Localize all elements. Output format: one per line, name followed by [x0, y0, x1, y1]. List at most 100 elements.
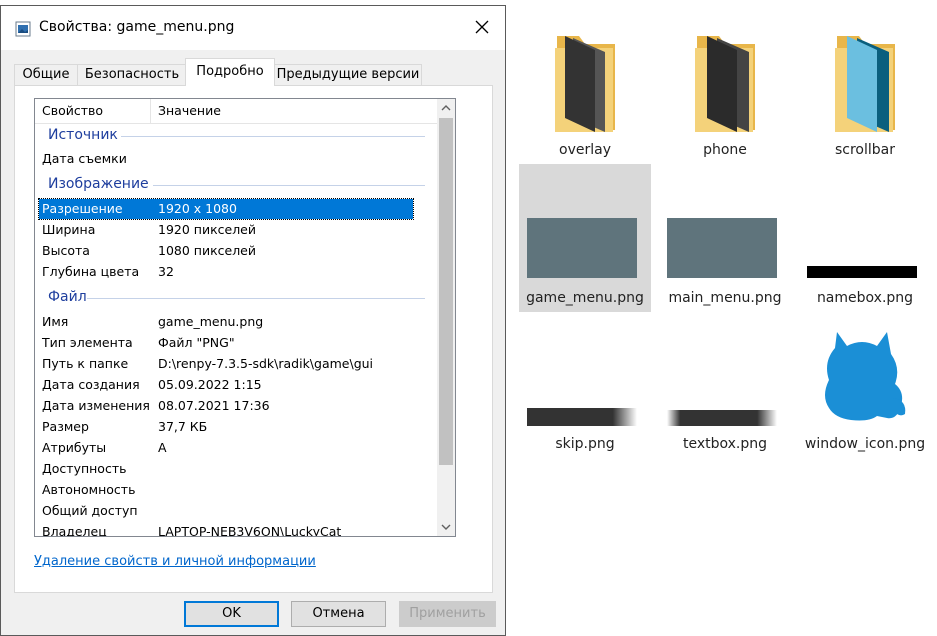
- tab-security[interactable]: Безопасность: [77, 64, 187, 85]
- image-thumbnail: [527, 218, 637, 278]
- property-value: 1080 пикселей: [158, 243, 256, 258]
- file-namebox-png[interactable]: namebox.png: [799, 164, 931, 312]
- dialog-title: Свойства: game_menu.png: [39, 19, 235, 35]
- scroll-down-icon[interactable]: [441, 522, 451, 532]
- property-name: Автономность: [42, 482, 136, 497]
- ok-button[interactable]: OK: [184, 601, 279, 627]
- title-bar[interactable]: Свойства: game_menu.png: [1, 6, 505, 50]
- row-height[interactable]: Высота 1080 пикселей: [39, 241, 413, 261]
- folder-overlay[interactable]: overlay: [519, 10, 651, 158]
- file-main-menu-png[interactable]: main_menu.png: [659, 164, 791, 312]
- row-offline[interactable]: Автономность: [39, 480, 413, 500]
- group-image: Изображение: [48, 176, 149, 192]
- file-textbox-png[interactable]: textbox.png: [659, 316, 791, 464]
- row-attributes[interactable]: Атрибуты A: [39, 438, 413, 458]
- property-name: Дата изменения: [42, 398, 150, 413]
- group-divider: [153, 185, 425, 186]
- property-name: Разрешение: [42, 201, 123, 216]
- file-game-menu-png[interactable]: game_menu.png: [519, 164, 651, 312]
- image-thumbnail: [667, 410, 777, 426]
- row-size[interactable]: Размер 37,7 КБ: [39, 417, 413, 437]
- property-value: 1920 x 1080: [158, 201, 237, 216]
- property-name: Высота: [42, 243, 90, 258]
- scrollbar-thumb[interactable]: [439, 118, 453, 465]
- image-thumbnail: [807, 320, 917, 430]
- row-item-type[interactable]: Тип элемента Файл "PNG": [39, 333, 413, 353]
- row-name[interactable]: Имя game_menu.png: [39, 312, 413, 332]
- row-date-modified[interactable]: Дата изменения 08.07.2021 17:36: [39, 396, 413, 416]
- item-label: textbox.png: [682, 436, 768, 452]
- column-property[interactable]: Свойство: [42, 103, 103, 118]
- folder-icon: [545, 28, 625, 132]
- vertical-scrollbar[interactable]: [437, 99, 455, 536]
- group-source: Источник: [48, 127, 118, 143]
- property-value: 32: [158, 264, 174, 279]
- image-thumbnail: [807, 266, 917, 278]
- properties-list[interactable]: Свойство Значение Источник Дата съемки И…: [34, 98, 456, 537]
- tab-general[interactable]: Общие: [14, 64, 78, 85]
- property-name: Имя: [42, 314, 69, 329]
- row-shared[interactable]: Общий доступ: [39, 501, 413, 521]
- properties-dialog: Свойства: game_menu.png Общие Безопаснос…: [0, 5, 506, 636]
- property-value: LAPTOP-NEB3V6ON\LuckyCat: [158, 524, 342, 537]
- property-name: Доступность: [42, 461, 127, 476]
- property-name: Дата съемки: [42, 151, 127, 166]
- image-file-icon: [15, 21, 31, 37]
- column-value[interactable]: Значение: [158, 103, 221, 118]
- item-label: main_menu.png: [668, 290, 782, 306]
- file-window-icon-png[interactable]: window_icon.png: [799, 316, 931, 464]
- property-name: Общий доступ: [42, 503, 138, 518]
- group-divider: [121, 136, 425, 137]
- tab-details[interactable]: Подробно: [185, 58, 275, 86]
- image-thumbnail: [527, 408, 637, 426]
- close-button[interactable]: [459, 6, 505, 50]
- file-explorer-view: overlay phone scrollbar game_menu.png ma…: [507, 0, 937, 636]
- property-name: Ширина: [42, 222, 96, 237]
- property-value: game_menu.png: [158, 314, 264, 329]
- row-resolution[interactable]: Разрешение 1920 x 1080: [38, 198, 414, 220]
- tab-previous-versions[interactable]: Предыдущие версии: [274, 64, 422, 85]
- folder-scrollbar[interactable]: scrollbar: [799, 10, 931, 158]
- folder-icon: [825, 28, 905, 132]
- property-value: 1920 пикселей: [158, 222, 256, 237]
- row-owner[interactable]: Владелец LAPTOP-NEB3V6ON\LuckyCat: [39, 522, 413, 537]
- item-label: namebox.png: [816, 290, 914, 306]
- close-icon: [475, 20, 489, 34]
- item-label: game_menu.png: [526, 290, 644, 306]
- group-divider: [87, 298, 425, 299]
- property-name: Путь к папке: [42, 356, 129, 371]
- item-label: skip.png: [555, 436, 615, 452]
- details-panel: Свойство Значение Источник Дата съемки И…: [14, 85, 493, 593]
- row-date-created[interactable]: Дата создания 05.09.2022 1:15: [39, 375, 413, 395]
- row-bit-depth[interactable]: Глубина цвета 32: [39, 262, 413, 282]
- property-name: Дата создания: [42, 377, 140, 392]
- cancel-button[interactable]: Отмена: [291, 601, 386, 627]
- file-skip-png[interactable]: skip.png: [519, 316, 651, 464]
- property-name: Атрибуты: [42, 440, 107, 455]
- apply-button[interactable]: Применить: [399, 601, 496, 627]
- column-header: Свойство Значение: [35, 99, 437, 124]
- item-label: phone: [703, 142, 747, 158]
- scroll-up-icon[interactable]: [441, 103, 451, 113]
- property-value: 05.09.2022 1:15: [158, 377, 262, 392]
- row-date-taken[interactable]: Дата съемки: [39, 149, 413, 169]
- item-label: window_icon.png: [804, 436, 926, 452]
- column-divider[interactable]: [150, 99, 151, 123]
- remove-properties-link[interactable]: Удаление свойств и личной информации: [34, 554, 316, 569]
- property-name: Глубина цвета: [42, 264, 140, 279]
- property-value: Файл "PNG": [158, 335, 235, 350]
- row-width[interactable]: Ширина 1920 пикселей: [39, 220, 413, 240]
- folder-icon: [685, 28, 765, 132]
- property-value: 37,7 КБ: [158, 419, 208, 434]
- row-folder-path[interactable]: Путь к папке D:\renpy-7.3.5-sdk\radik\ga…: [39, 354, 413, 374]
- row-availability[interactable]: Доступность: [39, 459, 413, 479]
- image-thumbnail: [667, 218, 777, 278]
- property-value: A: [158, 440, 167, 455]
- item-label: scrollbar: [834, 142, 895, 158]
- group-file: Файл: [48, 289, 87, 305]
- property-name: Владелец: [42, 524, 107, 537]
- folder-phone[interactable]: phone: [659, 10, 791, 158]
- property-value: D:\renpy-7.3.5-sdk\radik\game\gui: [158, 356, 374, 371]
- property-value: 08.07.2021 17:36: [158, 398, 270, 413]
- property-name: Тип элемента: [42, 335, 133, 350]
